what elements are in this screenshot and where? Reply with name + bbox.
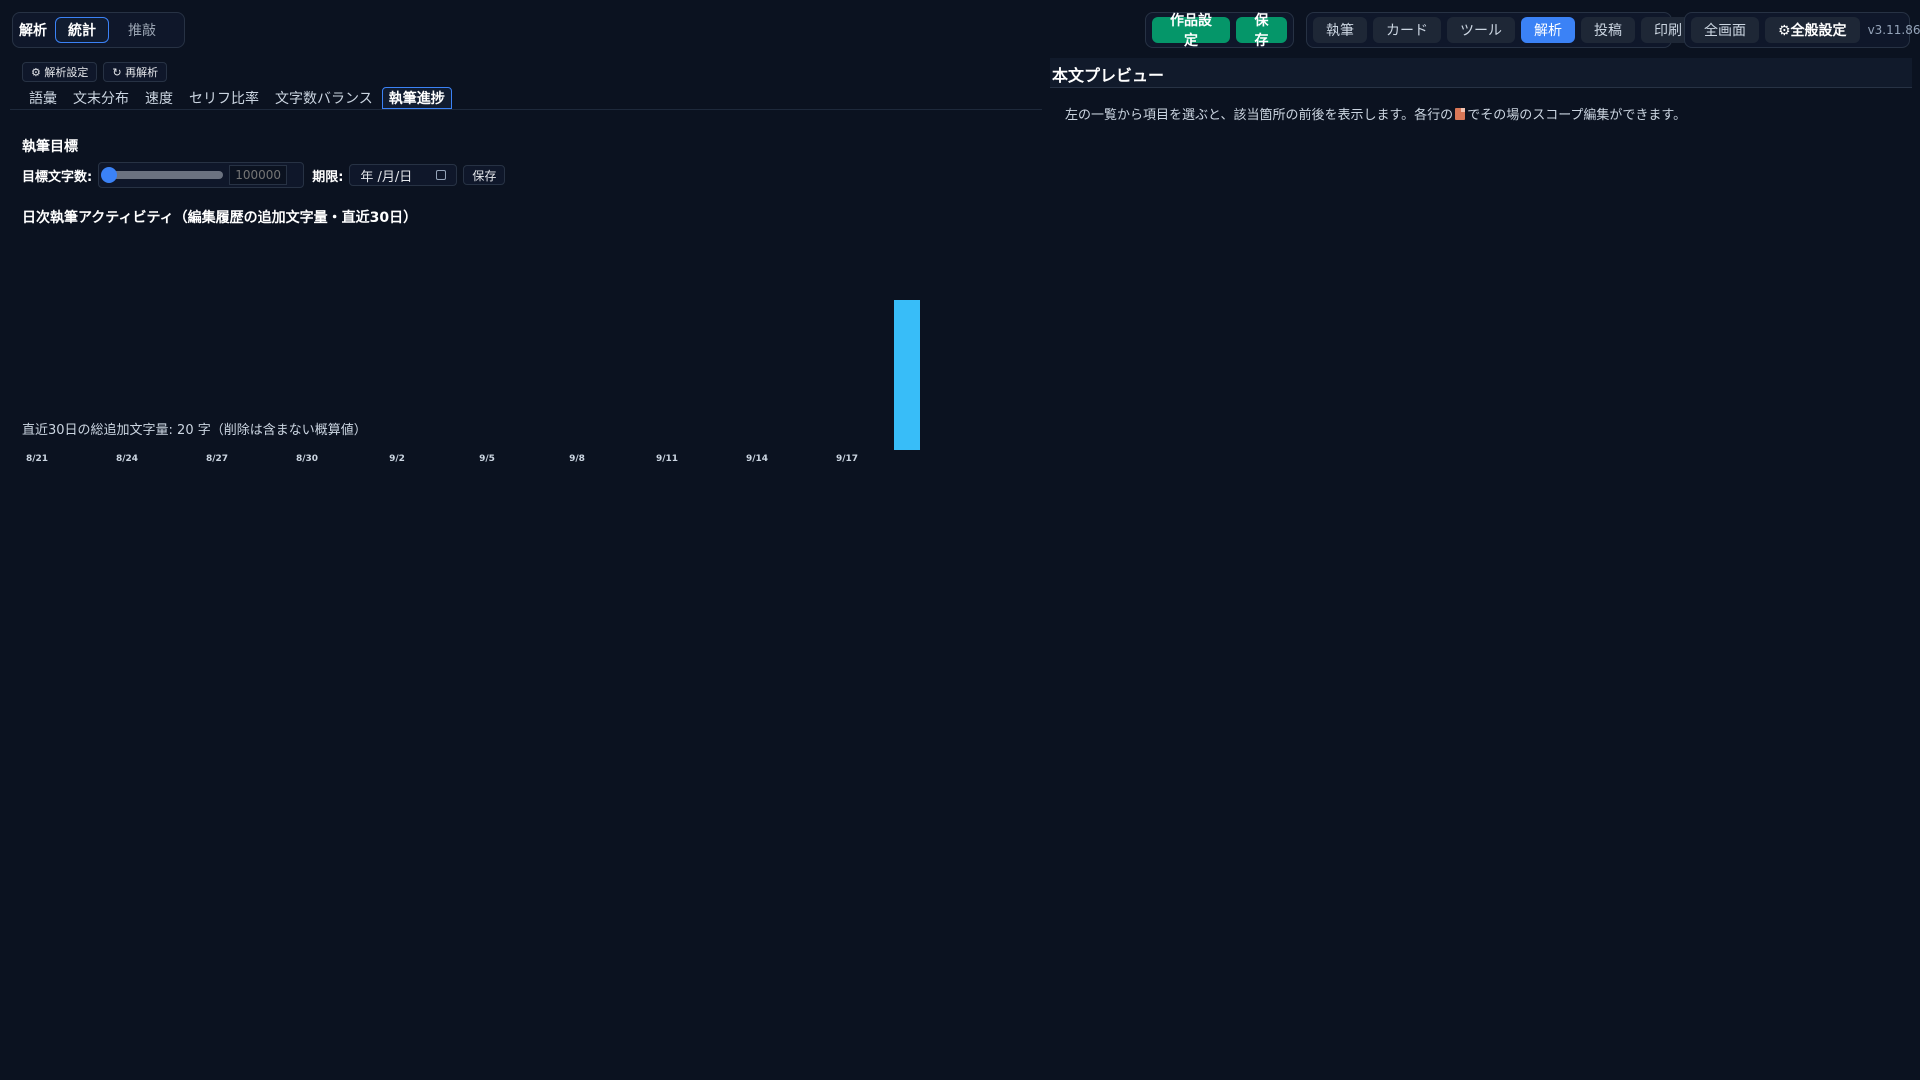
goal-row: 目標文字数: 期限: 年 /月/日 保存	[22, 162, 506, 188]
calendar-icon[interactable]	[436, 170, 447, 180]
x-tick-label: 8/21	[25, 454, 49, 464]
work-settings-button[interactable]: 作品設定	[1152, 13, 1230, 49]
x-tick-label: 9/11	[655, 454, 679, 464]
activity-summary: 直近30日の総追加文字量: 20 字（削除は含まない概算値）	[22, 423, 367, 438]
mode-write[interactable]: 執筆	[1313, 17, 1367, 43]
x-tick-label: 9/17	[835, 454, 859, 464]
mode-switcher: 執筆 カード ツール 解析 投稿 印刷	[1306, 12, 1695, 48]
app-actions: 全画面 ⚙全般設定 v3.11.865	[1684, 12, 1920, 48]
mode-analysis[interactable]: 解析	[1521, 17, 1575, 43]
preview-hint-before: 左の一覧から項目を選ぶと、該当箇所の前後を表示します。各行の	[1065, 108, 1454, 123]
deadline-date-input[interactable]: 年 /月/日	[349, 164, 458, 186]
top-bar: 解析 統計 推敲 作品設定 保存 執筆 カード ツール 解析 投稿 印刷 全画面…	[0, 0, 1920, 56]
goal-section-title: 執筆目標	[22, 139, 78, 155]
subtab-dialogue-ratio[interactable]: セリフ比率	[182, 87, 266, 109]
x-tick-label: 9/8	[569, 454, 585, 464]
goal-save-button[interactable]: 保存	[463, 165, 506, 185]
slider-knob[interactable]	[101, 167, 118, 183]
tab-revise[interactable]: 推敲	[115, 17, 169, 43]
x-tick-label: 9/2	[389, 454, 405, 464]
global-settings-button[interactable]: ⚙全般設定	[1765, 17, 1860, 43]
analysis-settings-button[interactable]: ⚙ 解析設定	[22, 62, 98, 82]
preview-panel: 本文プレビュー 左の一覧から項目を選ぶと、該当箇所の前後を表示します。各行の で…	[1050, 56, 1914, 1080]
analysis-subtabs: 語彙 文末分布 速度 セリフ比率 文字数バランス 執筆進捗	[10, 86, 1042, 110]
preview-hint-after: でその場のスコープ編集ができます。	[1467, 108, 1687, 123]
x-tick-label: 8/30	[295, 454, 319, 464]
x-tick-label: 8/27	[205, 454, 229, 464]
analysis-toolbar: ⚙ 解析設定 ↻ 再解析	[22, 62, 168, 82]
fullscreen-button[interactable]: 全画面	[1691, 17, 1759, 43]
x-tick-label: 8/24	[115, 454, 139, 464]
mode-tools[interactable]: ツール	[1447, 17, 1515, 43]
document-icon	[1455, 107, 1466, 120]
deadline-placeholder: 年 /月/日	[360, 169, 413, 185]
reanalyze-button[interactable]: ↻ 再解析	[103, 62, 168, 82]
subtab-length-balance[interactable]: 文字数バランス	[268, 87, 380, 109]
version-label: v3.11.865	[1867, 23, 1920, 37]
x-tick-label: 9/14	[745, 454, 769, 464]
target-count-input[interactable]	[229, 165, 288, 185]
preview-title: 本文プレビュー	[1050, 58, 1912, 88]
subtab-vocabulary[interactable]: 語彙	[22, 87, 64, 109]
x-tick-label: 9/5	[479, 454, 495, 464]
target-count-control	[98, 162, 305, 188]
mode-cards[interactable]: カード	[1373, 17, 1441, 43]
analysis-view-switcher: 解析 統計 推敲	[12, 12, 185, 48]
mode-post[interactable]: 投稿	[1581, 17, 1635, 43]
target-count-label: 目標文字数:	[22, 169, 93, 185]
preview-hint: 左の一覧から項目を選ぶと、該当箇所の前後を表示します。各行の でその場のスコープ…	[1065, 104, 1686, 123]
target-count-slider[interactable]	[101, 167, 224, 183]
save-button[interactable]: 保存	[1236, 13, 1287, 49]
activity-bar-9-19	[894, 300, 920, 450]
tab-stats[interactable]: 統計	[55, 17, 109, 43]
subtab-writing-progress[interactable]: 執筆進捗	[381, 87, 452, 109]
subtab-speed[interactable]: 速度	[138, 87, 180, 109]
subtab-sentence-endings[interactable]: 文末分布	[66, 87, 136, 109]
activity-chart-title: 日次執筆アクティビティ（編集履歴の追加文字量・直近30日）	[22, 210, 418, 226]
view-group-label: 解析	[19, 23, 47, 39]
work-actions: 作品設定 保存	[1145, 12, 1294, 49]
analysis-panel: ⚙ 解析設定 ↻ 再解析 語彙 文末分布 速度 セリフ比率 文字数バランス 執筆…	[0, 56, 1044, 1080]
deadline-label: 期限:	[312, 169, 344, 185]
